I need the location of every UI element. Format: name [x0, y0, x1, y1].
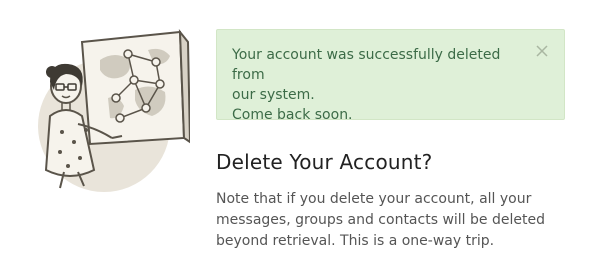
page-title: Delete Your Account? — [216, 150, 433, 174]
description-line-3: beyond retrieval. This is a one-way trip… — [216, 233, 495, 249]
delete-account-page: Your account was successfully deleted fr… — [0, 0, 593, 260]
description-line-1: Note that if you delete your account, al… — [216, 191, 532, 207]
alert-message-line-1: Your account was successfully deleted fr… — [232, 47, 501, 83]
close-icon[interactable] — [534, 43, 550, 59]
page-description: Note that if you delete your account, al… — [216, 189, 556, 252]
alert-message-line-2: our system. — [232, 87, 315, 103]
woman-with-map-illustration — [38, 29, 190, 192]
success-alert: Your account was successfully deleted fr… — [216, 29, 565, 123]
alert-message-line-3: Come back soon. — [232, 107, 353, 123]
description-line-2: messages, groups and contacts will be de… — [216, 212, 545, 228]
